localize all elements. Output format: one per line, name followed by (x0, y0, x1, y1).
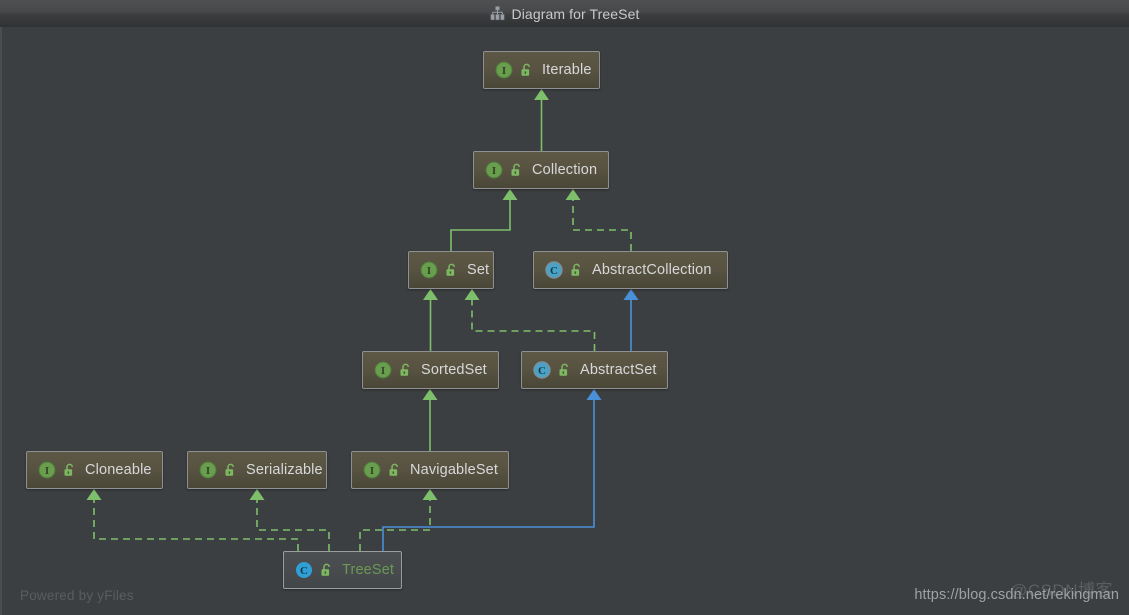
edge-arrowhead (623, 289, 639, 300)
svg-text:I: I (206, 465, 210, 477)
public-unlock-icon (392, 363, 412, 377)
node-label: TreeSet (342, 562, 395, 578)
svg-text:C: C (550, 265, 558, 277)
interface-icon: I (374, 361, 392, 379)
interface-icon: I (199, 461, 217, 479)
diagram-node-iterable[interactable]: I Iterable (483, 51, 600, 89)
blog-url-watermark: https://blog.csdn.net/rekingman (914, 587, 1119, 603)
yfiles-credit: Powered by yFiles (20, 588, 134, 603)
edge-arrowhead (86, 489, 102, 500)
svg-text:I: I (370, 465, 374, 477)
public-unlock-icon (56, 463, 76, 477)
public-unlock-icon (438, 263, 458, 277)
svg-text:I: I (381, 365, 385, 377)
node-label: AbstractSet (580, 362, 657, 378)
public-unlock-icon (551, 363, 571, 377)
diagram-node-abstractset[interactable]: C AbstractSet (521, 351, 668, 389)
interface-icon: I (420, 261, 438, 279)
interface-icon: I (485, 161, 503, 179)
diagram-node-cloneable[interactable]: I Cloneable (26, 451, 163, 489)
public-unlock-icon (217, 463, 237, 477)
class-icon: C (533, 361, 551, 379)
diagram-node-sortedset[interactable]: I SortedSet (362, 351, 499, 389)
public-unlock-icon (313, 563, 333, 577)
edge-sortedset-set (423, 289, 438, 351)
edge-arrowhead (464, 289, 480, 300)
node-label: Iterable (542, 62, 592, 78)
edge-navigableset-sortedset (422, 389, 438, 451)
edge-collection-iterable (534, 89, 549, 151)
node-label: Set (467, 262, 490, 278)
diagram-window: Diagram for TreeSet I Iterable I Collection… (0, 0, 1129, 615)
public-unlock-icon (381, 463, 401, 477)
window-title: Diagram for TreeSet (511, 5, 640, 22)
class-icon: C (545, 261, 563, 279)
edge-arrowhead (423, 289, 438, 300)
node-label: Collection (532, 162, 598, 178)
edge-arrowhead (586, 389, 602, 400)
edge-arrowhead (422, 489, 438, 500)
public-unlock-icon (503, 163, 523, 177)
edge-abstractcollection-collection (565, 189, 632, 251)
edge-treeset-navigableset (359, 489, 438, 551)
public-unlock-icon (513, 63, 533, 77)
public-unlock-icon (563, 263, 583, 277)
svg-text:I: I (492, 165, 496, 177)
edge-set-collection (450, 189, 518, 251)
diagram-hierarchy-icon (490, 6, 505, 21)
diagram-node-treeset[interactable]: C TreeSet (283, 551, 402, 589)
edge-arrowhead (422, 389, 438, 400)
edge-arrowhead (249, 489, 265, 500)
diagram-canvas[interactable]: I Iterable I Collection I Set C AbstractCollect… (0, 27, 1129, 615)
edge-treeset-serializable (249, 489, 330, 551)
diagram-node-serializable[interactable]: I Serializable (187, 451, 327, 489)
node-label: SortedSet (421, 362, 487, 378)
edge-arrowhead (534, 89, 549, 100)
edge-arrowhead (502, 189, 518, 200)
edge-abstractset-set (464, 289, 596, 351)
class-icon: C (295, 561, 313, 579)
node-label: Cloneable (85, 462, 152, 478)
diagram-node-collection[interactable]: I Collection (473, 151, 609, 189)
diagram-node-set[interactable]: I Set (408, 251, 494, 289)
node-label: NavigableSet (410, 462, 499, 478)
edge-layer (86, 89, 639, 551)
svg-text:C: C (300, 565, 308, 577)
svg-text:I: I (45, 465, 49, 477)
interface-icon: I (363, 461, 381, 479)
edge-arrowhead (565, 189, 581, 200)
diagram-node-abstractcollection[interactable]: C AbstractCollection (533, 251, 728, 289)
window-titlebar: Diagram for TreeSet (0, 0, 1129, 28)
edge-abstractset-abstractcollection (623, 289, 639, 351)
svg-text:C: C (538, 365, 546, 377)
svg-text:I: I (502, 65, 506, 77)
node-label: AbstractCollection (592, 262, 712, 278)
interface-icon: I (38, 461, 56, 479)
diagram-node-navigableset[interactable]: I NavigableSet (351, 451, 509, 489)
interface-icon: I (495, 61, 513, 79)
svg-text:I: I (427, 265, 431, 277)
node-label: Serializable (246, 462, 323, 478)
edge-treeset-cloneable (86, 489, 299, 551)
